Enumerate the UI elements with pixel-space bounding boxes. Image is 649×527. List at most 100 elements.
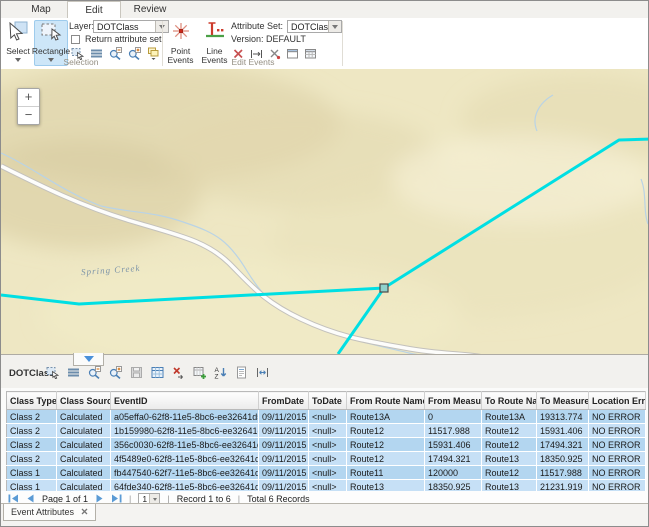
- column-header[interactable]: To Route Name: [482, 392, 537, 410]
- zoom-out-button[interactable]: −: [18, 107, 39, 124]
- table-cell[interactable]: fb447540-62f7-11e5-8bc6-ee32641d5ec9: [111, 466, 259, 480]
- switch-table-icon[interactable]: [66, 365, 81, 380]
- table-cell[interactable]: Calculated: [57, 438, 111, 452]
- table-cell[interactable]: Route12: [482, 466, 537, 480]
- table-cell[interactable]: 1b159980-62f8-11e5-8bc6-ee32641d5ec9: [111, 424, 259, 438]
- return-attribute-set-checkbox[interactable]: [71, 35, 80, 44]
- table-cell[interactable]: 120000: [425, 466, 482, 480]
- table-cell[interactable]: NO ERROR: [589, 466, 646, 480]
- column-header[interactable]: FromDate: [259, 392, 309, 410]
- zoom-in-button[interactable]: +: [18, 89, 39, 107]
- table-cell[interactable]: Route13: [482, 452, 537, 466]
- add-row-icon[interactable]: [192, 365, 207, 380]
- group-separator: [342, 21, 343, 66]
- rectangle-button-label: Rectangle: [32, 47, 70, 56]
- tab-event-attributes[interactable]: Event Attributes: [3, 504, 96, 521]
- table-cell[interactable]: <null>: [309, 410, 347, 424]
- resize-columns-icon[interactable]: [255, 365, 270, 380]
- table-cell[interactable]: 09/11/2015: [259, 452, 309, 466]
- table-cell[interactable]: Class 2: [7, 424, 57, 438]
- column-header[interactable]: Location Error: [589, 392, 646, 410]
- table-row[interactable]: Class 1Calculatedfb447540-62f7-11e5-8bc6…: [7, 466, 646, 480]
- table-cell[interactable]: <null>: [309, 438, 347, 452]
- table-row[interactable]: Class 2Calculated4f5489e0-62f8-11e5-8bc6…: [7, 452, 646, 466]
- table-cell[interactable]: Class 2: [7, 452, 57, 466]
- table-cell[interactable]: 17494.321: [537, 438, 589, 452]
- table-cell[interactable]: 0: [425, 410, 482, 424]
- table-cell[interactable]: NO ERROR: [589, 424, 646, 438]
- table-cell[interactable]: <null>: [309, 424, 347, 438]
- column-header[interactable]: To Measure: [537, 392, 589, 410]
- table-cell[interactable]: Class 2: [7, 410, 57, 424]
- pan-to-selection-icon[interactable]: [108, 365, 123, 380]
- column-header[interactable]: From Route Name: [347, 392, 425, 410]
- table-cell[interactable]: 17494.321: [425, 452, 482, 466]
- table-cell[interactable]: 356c0030-62f8-11e5-8bc6-ee32641d5ec9: [111, 438, 259, 452]
- column-header[interactable]: From Measure: [425, 392, 482, 410]
- table-row[interactable]: Class 2Calculated356c0030-62f8-11e5-8bc6…: [7, 438, 646, 452]
- column-header[interactable]: Class Source: [57, 392, 111, 410]
- attribute-table-icon[interactable]: [150, 365, 165, 380]
- column-header[interactable]: EventID: [111, 392, 259, 410]
- table-cell[interactable]: Calculated: [57, 410, 111, 424]
- table-cell[interactable]: a05effa0-62f8-11e5-8bc6-ee32641d5ec9: [111, 410, 259, 424]
- table-cell[interactable]: 09/11/2015: [259, 438, 309, 452]
- table-cell[interactable]: Route11: [347, 466, 425, 480]
- table-cell[interactable]: Route13A: [347, 410, 425, 424]
- panel-toolbar-icons: AZ: [45, 365, 270, 380]
- chevron-down-icon[interactable]: [328, 21, 341, 32]
- table-cell[interactable]: Route12: [347, 438, 425, 452]
- sort-icon[interactable]: AZ: [213, 365, 228, 380]
- select-cursor-icon: [7, 21, 29, 46]
- table-cell[interactable]: 15931.406: [537, 424, 589, 438]
- table-cell[interactable]: Route13A: [482, 410, 537, 424]
- table-cell[interactable]: Route12: [482, 438, 537, 452]
- layer-dropdown-value: DOTClass: [94, 22, 155, 32]
- table-cell[interactable]: NO ERROR: [589, 410, 646, 424]
- table-cell[interactable]: <null>: [309, 452, 347, 466]
- column-header[interactable]: ToDate: [309, 392, 347, 410]
- table-cell[interactable]: Class 2: [7, 438, 57, 452]
- table-cell[interactable]: Route12: [347, 424, 425, 438]
- table-cell[interactable]: Calculated: [57, 466, 111, 480]
- basemap: [1, 69, 649, 354]
- delete-selected-icon[interactable]: [171, 365, 186, 380]
- table-cell[interactable]: 11517.988: [537, 466, 589, 480]
- attribute-set-dropdown[interactable]: DOTClass: [287, 20, 342, 33]
- table-cell[interactable]: Calculated: [57, 452, 111, 466]
- report-icon[interactable]: [234, 365, 249, 380]
- table-cell[interactable]: 11517.988: [425, 424, 482, 438]
- group-separator: [162, 21, 163, 66]
- select-records-icon[interactable]: [45, 365, 60, 380]
- map-zoom-control: + −: [17, 88, 40, 125]
- event-attributes-panel: DOTClass AZ Class TypeClass SourceEventI…: [1, 354, 648, 526]
- table-cell[interactable]: 09/11/2015: [259, 424, 309, 438]
- map-canvas[interactable]: + − Spring Creek: [1, 69, 649, 354]
- table-cell[interactable]: Route12: [482, 424, 537, 438]
- table-cell[interactable]: 15931.406: [425, 438, 482, 452]
- table-cell[interactable]: 09/11/2015: [259, 466, 309, 480]
- layer-dropdown[interactable]: DOTClass: [93, 20, 169, 33]
- table-cell[interactable]: Route12: [347, 452, 425, 466]
- save-icon[interactable]: [129, 365, 144, 380]
- route-junction-vertex[interactable]: [380, 284, 388, 292]
- column-header[interactable]: Class Type: [7, 392, 57, 410]
- chevron-down-icon: [84, 356, 94, 362]
- panel-collapse-button[interactable]: [73, 353, 104, 366]
- table-cell[interactable]: 4f5489e0-62f8-11e5-8bc6-ee32641d5ec9: [111, 452, 259, 466]
- table-row[interactable]: Class 2Calculateda05effa0-62f8-11e5-8bc6…: [7, 410, 646, 424]
- zoom-to-selection-icon[interactable]: [87, 365, 102, 380]
- table-cell[interactable]: <null>: [309, 466, 347, 480]
- table-cell[interactable]: NO ERROR: [589, 452, 646, 466]
- table-cell[interactable]: Calculated: [57, 424, 111, 438]
- table-cell[interactable]: 09/11/2015: [259, 410, 309, 424]
- table-cell[interactable]: 19313.774: [537, 410, 589, 424]
- close-icon[interactable]: [81, 507, 88, 517]
- table-cell[interactable]: 18350.925: [537, 452, 589, 466]
- table-cell[interactable]: NO ERROR: [589, 438, 646, 452]
- table-cell[interactable]: Class 1: [7, 466, 57, 480]
- layer-label: Layer:: [69, 21, 94, 31]
- table-row[interactable]: Class 2Calculated1b159980-62f8-11e5-8bc6…: [7, 424, 646, 438]
- tab-map[interactable]: Map: [15, 2, 67, 17]
- tab-review[interactable]: Review: [119, 2, 181, 17]
